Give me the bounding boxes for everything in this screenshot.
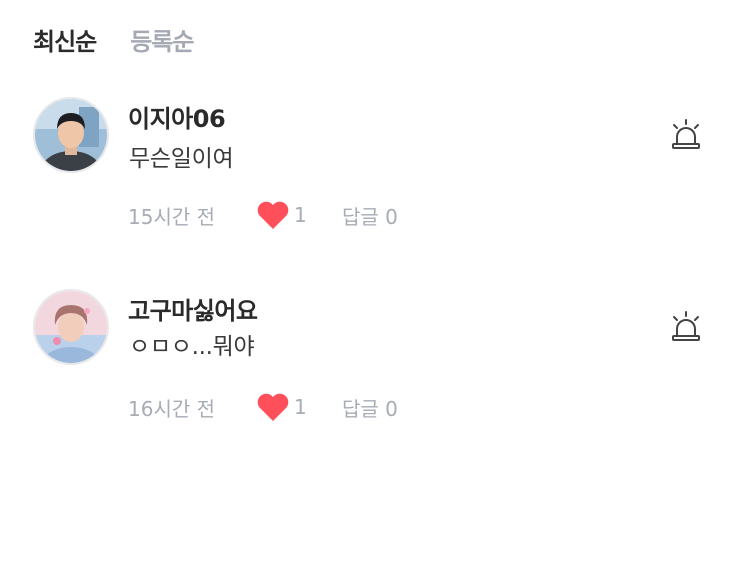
- heart-icon: [256, 392, 290, 422]
- comment-text: 무슨일이여: [129, 146, 234, 172]
- comment-item: 고구마싫어요 ㅇㅁㅇ...뭐야 16시간 전 1 답글 0: [0, 289, 750, 439]
- like-count: 1: [294, 395, 307, 419]
- comment-author[interactable]: 고구마싫어요: [128, 291, 258, 326]
- reply-button[interactable]: 답글 0: [342, 201, 398, 230]
- comment-meta: 16시간 전 1 답글 0: [128, 392, 398, 422]
- like-count: 1: [294, 203, 307, 227]
- comment-item: 이지아06 무슨일이여 15시간 전 1 답글 0: [0, 97, 750, 247]
- siren-icon[interactable]: [668, 309, 704, 345]
- comment-meta: 15시간 전 1 답글 0: [128, 200, 398, 230]
- sort-tab-registered[interactable]: 등록순: [130, 22, 194, 57]
- sort-tabs: 최신순 등록순: [33, 22, 195, 57]
- reply-button[interactable]: 답글 0: [342, 393, 398, 422]
- comment-time: 15시간 전: [128, 204, 216, 229]
- like-button[interactable]: 1: [256, 200, 342, 230]
- heart-icon: [256, 200, 290, 230]
- comment-text: ㅇㅁㅇ...뭐야: [129, 334, 255, 360]
- sort-tab-latest[interactable]: 최신순: [33, 22, 97, 57]
- like-button[interactable]: 1: [256, 392, 342, 422]
- comment-author[interactable]: 이지아06: [128, 99, 226, 134]
- comment-time: 16시간 전: [128, 396, 216, 421]
- avatar[interactable]: [33, 97, 109, 173]
- siren-icon[interactable]: [668, 117, 704, 153]
- avatar[interactable]: [33, 289, 109, 365]
